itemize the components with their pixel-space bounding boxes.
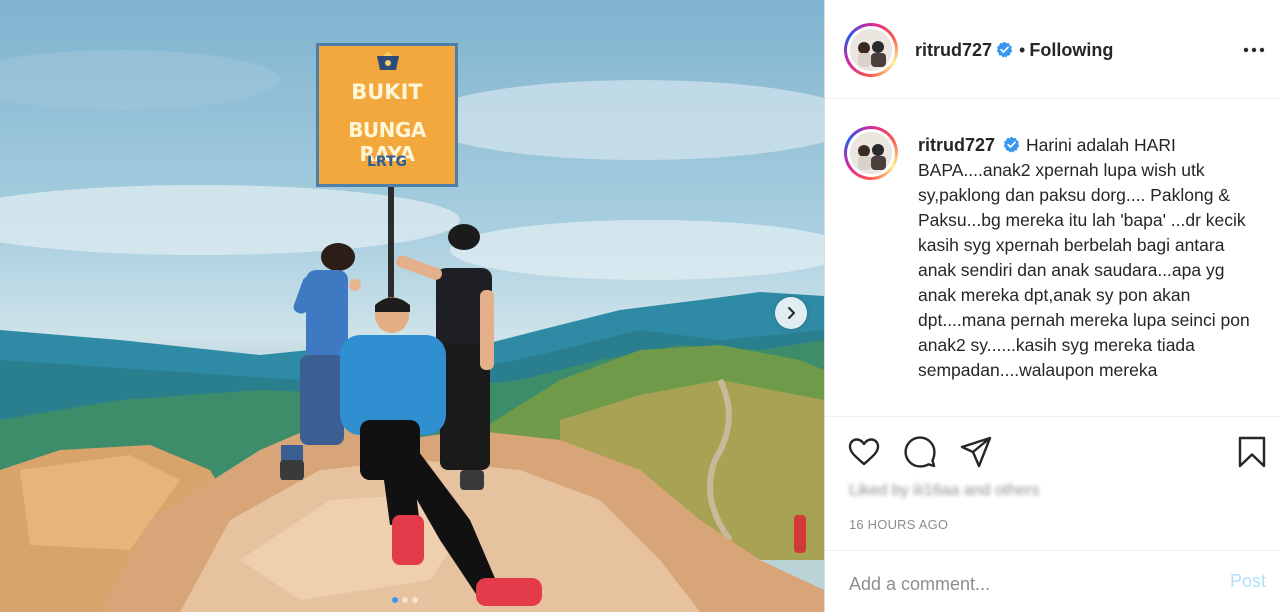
more-options-icon[interactable] [1241,40,1267,60]
carousel-dot [402,597,408,603]
avatar-image [850,132,892,174]
action-bar [825,416,1280,486]
share-icon[interactable] [959,435,993,469]
avatar-image [850,29,892,71]
following-button[interactable]: Following [1029,40,1113,60]
verified-badge-icon [996,41,1013,58]
separator-dot: • [1019,40,1026,60]
sign-line-1: BUKIT [351,80,423,104]
post-photo: BUKIT BUNGA RAYA LRTG [0,0,824,612]
likes-summary[interactable]: Liked by iii16aa and others [849,482,1039,500]
comment-input[interactable] [847,571,1191,597]
carousel-dot [412,597,418,603]
avatar[interactable] [844,23,898,77]
heart-icon[interactable] [847,435,881,469]
bookmark-icon[interactable] [1235,435,1269,469]
post-comment-button[interactable]: Post [1230,571,1266,592]
caption-body: Harini adalah HARI BAPA....anak2 xpernah… [918,135,1250,380]
post-timestamp[interactable]: 16 HOURS AGO [849,517,948,532]
location-sign: BUKIT BUNGA RAYA LRTG [316,43,458,187]
verified-badge-icon [1003,136,1020,153]
comment-icon[interactable] [903,435,937,469]
post-header: ritrud727 • Following [825,0,1280,99]
sign-line-3: LRTG [366,154,408,170]
caption-text: ritrud727 Harini adalah HARI BAPA....anak… [918,133,1254,383]
caption-area: ritrud727 Harini adalah HARI BAPA....anak… [825,100,1280,416]
next-photo-button[interactable] [775,297,807,329]
post-side-panel: ritrud727 • Following ritrud727 Harini adal… [824,0,1280,612]
caption-username[interactable]: ritrud727 [918,135,995,155]
carousel-dot [392,597,398,603]
header-username[interactable]: ritrud727 [915,40,992,60]
carousel-indicator [392,597,418,603]
header-user: ritrud727 • Following [915,40,1113,61]
comment-bar: Post [825,550,1280,612]
chevron-right-icon [788,307,795,319]
caption-avatar[interactable] [844,126,898,180]
emblem-icon [377,52,399,70]
